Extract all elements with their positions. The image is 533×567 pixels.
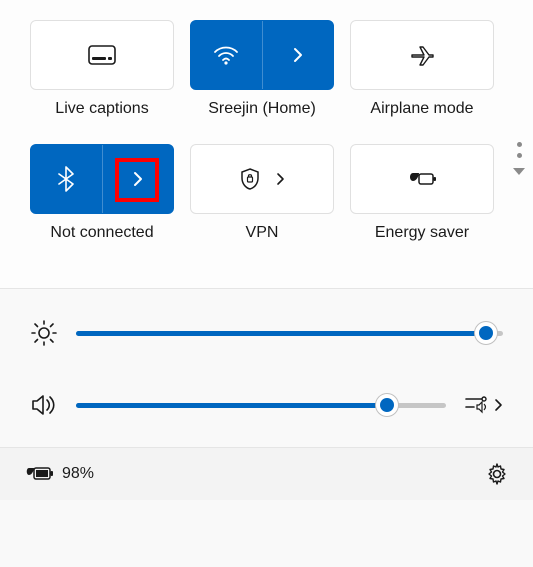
- tile-row: Not connected VPN: [30, 144, 503, 260]
- tile-row: Live captions Sreejin (Home): [30, 20, 503, 136]
- bluetooth-expand[interactable]: [103, 145, 174, 213]
- vpn-group: VPN: [190, 144, 334, 260]
- slider-fill: [76, 403, 387, 408]
- battery-icon: [24, 465, 54, 483]
- tiles-area: Live captions Sreejin (Home): [0, 0, 533, 288]
- wifi-icon: [213, 45, 239, 65]
- airplane-tile[interactable]: [350, 20, 494, 90]
- quick-settings-panel: Live captions Sreejin (Home): [0, 0, 533, 567]
- tile-label: Sreejin (Home): [208, 100, 316, 118]
- bluetooth-group: Not connected: [30, 144, 174, 260]
- dot-icon: [517, 142, 522, 147]
- audio-device-icon: [464, 394, 488, 416]
- slider-fill: [76, 331, 486, 336]
- wifi-group: Sreejin (Home): [190, 20, 334, 136]
- chevron-right-icon: [132, 170, 144, 188]
- chevron-down-icon: [513, 168, 525, 175]
- audio-output-selector[interactable]: [464, 394, 503, 416]
- footer: 98%: [0, 447, 533, 500]
- chevron-right-icon: [292, 46, 304, 64]
- tile-label: VPN: [246, 224, 279, 242]
- wifi-toggle[interactable]: [191, 21, 263, 89]
- energy-saver-tile[interactable]: [350, 144, 494, 214]
- captions-icon: [88, 45, 116, 65]
- sliders-area: [0, 288, 533, 447]
- bluetooth-toggle[interactable]: [31, 145, 103, 213]
- tile-label: Airplane mode: [370, 100, 473, 118]
- slider-thumb[interactable]: [475, 322, 497, 344]
- airplane-group: Airplane mode: [350, 20, 494, 136]
- gear-icon[interactable]: [485, 462, 509, 486]
- chevron-right-icon[interactable]: [275, 172, 285, 186]
- volume-slider[interactable]: [76, 403, 446, 408]
- dot-icon: [517, 153, 522, 158]
- brightness-slider[interactable]: [76, 331, 503, 336]
- brightness-icon: [30, 319, 58, 347]
- tile-label: Live captions: [55, 100, 148, 118]
- chevron-right-icon: [494, 398, 503, 412]
- volume-row: [30, 393, 503, 417]
- live-captions-group: Live captions: [30, 20, 174, 136]
- slider-thumb[interactable]: [376, 394, 398, 416]
- leaf-battery-icon: [407, 169, 437, 189]
- speaker-icon: [30, 393, 58, 417]
- wifi-tile[interactable]: [190, 20, 334, 90]
- energy-group: Energy saver: [350, 144, 494, 260]
- bluetooth-icon: [58, 166, 74, 192]
- airplane-icon: [409, 44, 435, 66]
- vpn-tile[interactable]: [190, 144, 334, 214]
- tile-label: Not connected: [50, 224, 153, 242]
- battery-status[interactable]: 98%: [24, 465, 94, 483]
- page-indicator[interactable]: [513, 142, 525, 175]
- brightness-row: [30, 319, 503, 347]
- tile-label: Energy saver: [375, 224, 469, 242]
- wifi-expand[interactable]: [263, 21, 334, 89]
- shield-lock-icon: [239, 167, 261, 191]
- live-captions-tile[interactable]: [30, 20, 174, 90]
- battery-percent-text: 98%: [62, 465, 94, 483]
- bluetooth-tile[interactable]: [30, 144, 174, 214]
